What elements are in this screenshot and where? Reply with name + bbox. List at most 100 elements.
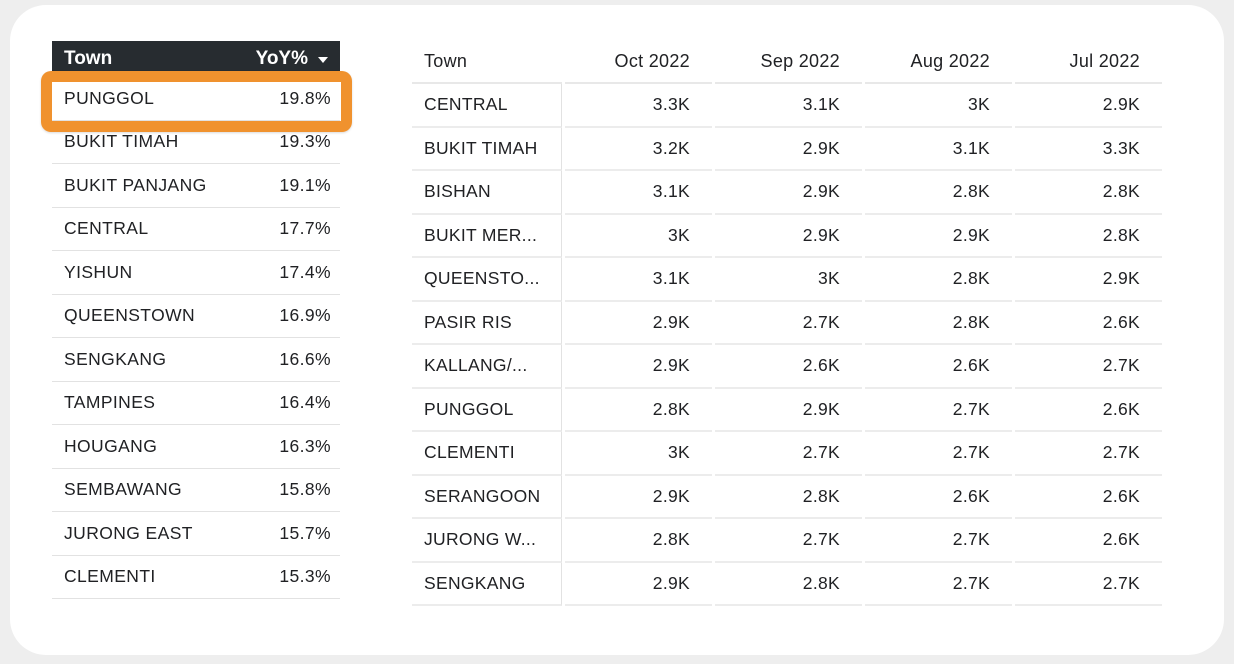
table-row: BUKIT MER... 3K 2.9K 2.9K 2.8K xyxy=(412,214,1162,258)
header-month[interactable]: Jul 2022 xyxy=(1015,41,1162,84)
town-cell: YISHUN xyxy=(64,261,133,282)
table-row[interactable]: SEMBAWANG 15.8% xyxy=(52,469,340,512)
value-cell: 2.8K xyxy=(1015,171,1162,215)
table-row: QUEENSTO... 3.1K 3K 2.8K 2.9K xyxy=(412,258,1162,302)
yoy-table-header: Town YoY% xyxy=(52,41,340,77)
town-cell: HOUGANG xyxy=(64,435,158,456)
value-cell: 2.8K xyxy=(565,389,712,432)
town-cell[interactable]: JURONG W... xyxy=(412,519,562,563)
table-row[interactable]: PUNGGOL 19.8% xyxy=(52,77,340,121)
yoy-cell: 15.3% xyxy=(279,566,331,587)
town-cell: BUKIT TIMAH xyxy=(64,131,179,152)
value-cell: 2.9K xyxy=(565,345,712,389)
yoy-cell: 16.3% xyxy=(279,435,331,456)
value-cell: 2.9K xyxy=(565,563,712,606)
town-cell[interactable]: PASIR RIS xyxy=(412,301,562,345)
value-cell: 2.8K xyxy=(715,563,862,606)
yoy-cell: 19.1% xyxy=(279,174,331,195)
value-cell: 2.8K xyxy=(715,476,862,519)
value-cell: 3K xyxy=(565,432,712,476)
town-cell[interactable]: SENGKANG xyxy=(412,562,562,606)
header-month[interactable]: Sep 2022 xyxy=(715,41,862,84)
table-row: PASIR RIS 2.9K 2.7K 2.8K 2.6K xyxy=(412,301,1162,345)
value-cell: 2.7K xyxy=(865,432,1012,476)
table-row[interactable]: QUEENSTOWN 16.9% xyxy=(52,295,340,338)
value-cell: 3.1K xyxy=(565,258,712,302)
value-cell: 2.9K xyxy=(565,302,712,345)
town-cell[interactable]: CENTRAL xyxy=(412,84,562,128)
value-cell: 2.7K xyxy=(865,389,1012,432)
value-cell: 2.6K xyxy=(1015,389,1162,432)
table-row[interactable]: CENTRAL 17.7% xyxy=(52,208,340,251)
value-cell: 2.9K xyxy=(715,128,862,171)
table-row: SERANGOON 2.9K 2.8K 2.6K 2.6K xyxy=(412,475,1162,519)
town-cell[interactable]: BUKIT TIMAH xyxy=(412,127,562,171)
value-cell: 2.7K xyxy=(865,519,1012,563)
table-row[interactable]: YISHUN 17.4% xyxy=(52,251,340,295)
value-cell: 3.3K xyxy=(1015,128,1162,171)
town-cell: SEMBAWANG xyxy=(64,479,183,500)
town-cell: QUEENSTOWN xyxy=(64,305,196,326)
table-row: CLEMENTI 3K 2.7K 2.7K 2.7K xyxy=(412,432,1162,476)
value-cell: 2.6K xyxy=(1015,476,1162,519)
value-cell: 2.6K xyxy=(865,476,1012,519)
value-cell: 2.9K xyxy=(1015,258,1162,302)
monthly-table: Town Oct 2022 Sep 2022 Aug 2022 Jul 2022… xyxy=(412,41,1162,606)
value-cell: 2.9K xyxy=(715,389,862,432)
value-cell: 2.9K xyxy=(1015,84,1162,128)
caret-down-icon[interactable] xyxy=(318,56,328,63)
town-cell[interactable]: SERANGOON xyxy=(412,475,562,519)
value-cell: 2.7K xyxy=(1015,345,1162,389)
table-row[interactable]: CLEMENTI 15.3% xyxy=(52,556,340,599)
town-cell[interactable]: CLEMENTI xyxy=(412,432,562,476)
value-cell: 3.2K xyxy=(565,128,712,171)
header-town[interactable]: Town xyxy=(64,48,112,70)
table-row[interactable]: JURONG EAST 15.7% xyxy=(52,512,340,556)
header-yoy-label: YoY% xyxy=(255,48,308,69)
table-row[interactable]: BUKIT PANJANG 19.1% xyxy=(52,164,340,208)
town-cell[interactable]: KALLANG/... xyxy=(412,345,562,389)
header-yoy-sort[interactable]: YoY% xyxy=(256,48,328,70)
value-cell: 2.8K xyxy=(1015,215,1162,258)
value-cell: 3.3K xyxy=(565,84,712,128)
value-cell: 2.7K xyxy=(1015,563,1162,606)
table-row[interactable]: BUKIT TIMAH 19.3% xyxy=(52,121,340,164)
town-cell[interactable]: BISHAN xyxy=(412,171,562,215)
town-cell: SENGKANG xyxy=(64,348,167,369)
yoy-cell: 19.8% xyxy=(279,87,331,108)
value-cell: 2.7K xyxy=(715,302,862,345)
yoy-cell: 15.7% xyxy=(279,522,331,543)
monthly-table-body: CENTRAL 3.3K 3.1K 3K 2.9K BUKIT TIMAH 3.2K 2.9K… xyxy=(412,84,1162,606)
value-cell: 2.9K xyxy=(715,215,862,258)
town-cell: BUKIT PANJANG xyxy=(64,174,207,195)
header-month[interactable]: Aug 2022 xyxy=(865,41,1012,84)
town-cell[interactable]: QUEENSTO... xyxy=(412,258,562,302)
yoy-cell: 15.8% xyxy=(279,479,331,500)
value-cell: 2.8K xyxy=(865,302,1012,345)
town-cell[interactable]: PUNGGOL xyxy=(412,388,562,432)
town-cell: CENTRAL xyxy=(64,218,149,239)
value-cell: 2.8K xyxy=(865,171,1012,215)
value-cell: 3.1K xyxy=(865,128,1012,171)
header-month[interactable]: Oct 2022 xyxy=(565,41,712,84)
yoy-cell: 16.4% xyxy=(279,392,331,413)
value-cell: 2.6K xyxy=(715,345,862,389)
town-cell: TAMPINES xyxy=(64,392,156,413)
yoy-table: Town YoY% PUNGGOL 19.8% BUKIT TIMAH 19.3% BU… xyxy=(52,41,340,599)
yoy-table-body: PUNGGOL 19.8% BUKIT TIMAH 19.3% BUKIT PANJAN… xyxy=(52,77,340,599)
monthly-table-header: Town Oct 2022 Sep 2022 Aug 2022 Jul 2022 xyxy=(412,41,1162,84)
town-cell[interactable]: BUKIT MER... xyxy=(412,214,562,258)
value-cell: 3K xyxy=(865,84,1012,128)
value-cell: 3.1K xyxy=(565,171,712,215)
table-row: CENTRAL 3.3K 3.1K 3K 2.9K xyxy=(412,84,1162,128)
table-row[interactable]: HOUGANG 16.3% xyxy=(52,425,340,469)
value-cell: 2.6K xyxy=(865,345,1012,389)
table-row: PUNGGOL 2.8K 2.9K 2.7K 2.6K xyxy=(412,388,1162,432)
table-row: SENGKANG 2.9K 2.8K 2.7K 2.7K xyxy=(412,562,1162,606)
table-row[interactable]: TAMPINES 16.4% xyxy=(52,382,340,425)
value-cell: 2.7K xyxy=(865,563,1012,606)
table-row[interactable]: SENGKANG 16.6% xyxy=(52,338,340,382)
header-town[interactable]: Town xyxy=(412,41,562,84)
value-cell: 3K xyxy=(715,258,862,302)
yoy-cell: 16.9% xyxy=(279,305,331,326)
